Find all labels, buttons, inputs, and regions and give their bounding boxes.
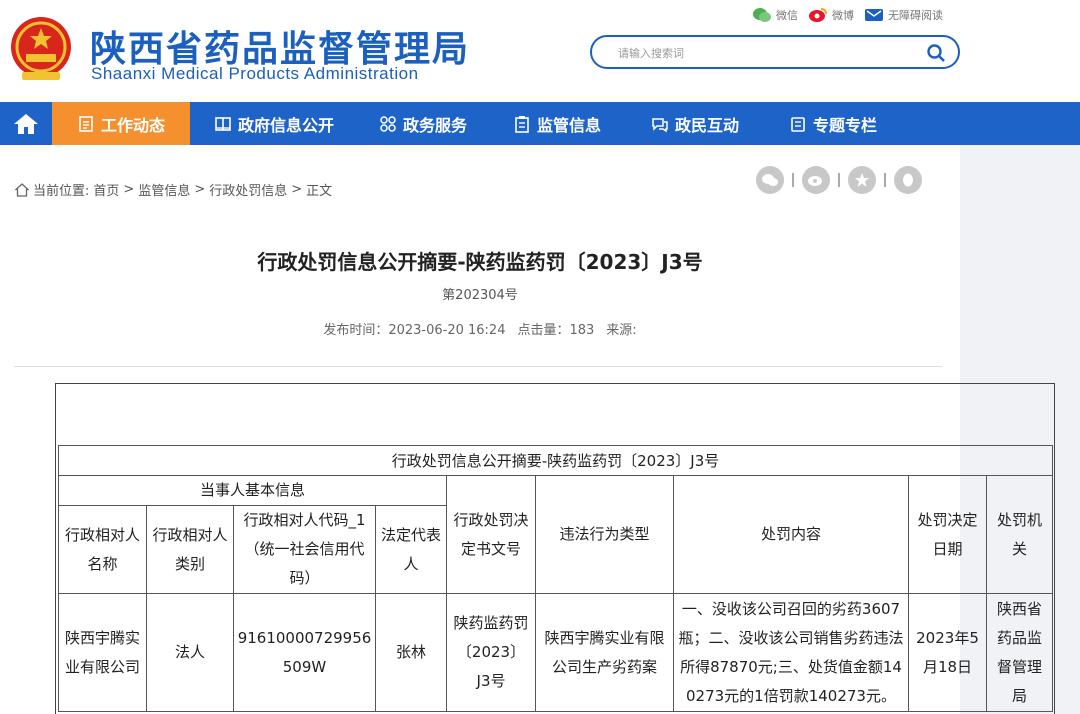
home-icon <box>14 113 38 134</box>
share-bar <box>756 166 922 194</box>
source-label: 来源: <box>606 323 637 338</box>
table-cell: 91610000729956509W <box>233 593 376 712</box>
top-links: 微信 微博 无障碍阅读 <box>752 7 949 23</box>
table-cell: 张林 <box>375 593 447 712</box>
share-weibo-button[interactable] <box>802 166 830 194</box>
article-divider <box>14 366 942 367</box>
click-count: 点击量：183 <box>517 323 595 338</box>
site-subtitle: Shaanxi Medical Products Administration <box>91 64 419 83</box>
breadcrumb-penalty-info[interactable]: 行政处罚信息 <box>209 180 287 199</box>
weibo-icon[interactable] <box>808 7 828 23</box>
table-row: 陕西宇腾实业有限公司 法人 91610000729956509W 张林 陕药监药… <box>58 593 1054 712</box>
wechat-link[interactable]: 微信 <box>776 7 798 23</box>
table-cell: 陕西省药品监督管理局 <box>985 593 1054 712</box>
grid-icon <box>380 115 396 132</box>
home-button[interactable] <box>0 102 52 145</box>
table-cell: 2023年5月18日 <box>908 593 987 712</box>
table-header: 法定代表人 <box>375 505 447 594</box>
breadcrumb-prefix: 当前位置: <box>33 184 90 199</box>
national-emblem-icon <box>11 17 71 80</box>
folder-icon <box>791 116 805 132</box>
table-cell: 陕药监药罚〔2023〕J3号 <box>446 593 536 712</box>
wechat-icon <box>762 174 778 186</box>
nav-label: 专题专栏 <box>812 115 877 135</box>
breadcrumb: 当前位置: 首页 > 监管信息 > 行政处罚信息 > 正文 <box>15 180 332 199</box>
table-header: 处罚决定日期 <box>908 475 987 594</box>
nav-item-supervision[interactable]: 监管信息 <box>488 102 626 145</box>
table-header: 违法行为类型 <box>535 475 674 594</box>
table-header: 行政相对人名称 <box>58 505 147 594</box>
share-divider <box>884 173 886 187</box>
nav-item-gov-services[interactable]: 政务服务 <box>358 102 488 145</box>
share-qzone-button[interactable] <box>848 166 876 194</box>
weibo-icon <box>808 176 822 186</box>
table-header: 行政相对人代码_1（统一社会信用代码） <box>233 505 376 594</box>
book-icon <box>215 116 231 131</box>
search-input[interactable] <box>618 44 918 62</box>
breadcrumb-supervision[interactable]: 监管信息 <box>138 180 190 199</box>
clipboard-icon <box>515 115 529 133</box>
table-header: 处罚机关 <box>985 475 1054 594</box>
document-icon <box>79 115 93 132</box>
site-header: 陕西省药品监督管理局 Shaanxi Medical Products Admi… <box>0 0 1080 102</box>
chat-icon <box>652 117 668 132</box>
nav-item-gov-info[interactable]: 政府信息公开 <box>190 102 358 145</box>
table-cell: 陕西宇腾实业有限公司生产劣药案 <box>535 593 674 712</box>
breadcrumb-separator: > <box>123 182 135 197</box>
nav-item-work-news[interactable]: 工作动态 <box>52 102 190 145</box>
accessibility-link[interactable]: 无障碍阅读 <box>888 7 943 23</box>
breadcrumb-separator: > <box>291 182 303 197</box>
nav-item-interaction[interactable]: 政民互动 <box>626 102 764 145</box>
nav-label: 监管信息 <box>536 115 601 135</box>
share-qq-button[interactable] <box>894 166 922 194</box>
nav-label: 政民互动 <box>674 115 739 135</box>
home-outline-icon <box>15 182 29 197</box>
table-header: 行政处罚决定书文号 <box>446 475 536 594</box>
share-wechat-button[interactable] <box>756 166 784 194</box>
share-divider <box>792 173 794 187</box>
table-title: 行政处罚信息公开摘要-陕药监药罚〔2023〕J3号 <box>57 445 1054 476</box>
accessibility-icon[interactable] <box>864 7 884 23</box>
penalty-table: 行政处罚信息公开摘要-陕药监药罚〔2023〕J3号 当事人基本信息 行政处罚决定… <box>57 445 1054 712</box>
article-meta: 发布时间：2023-06-20 16:24 点击量：183 来源: <box>0 319 960 338</box>
publish-time: 发布时间：2023-06-20 16:24 <box>323 323 506 338</box>
table-header: 行政相对人类别 <box>146 505 234 594</box>
nav-label: 政务服务 <box>402 115 467 135</box>
article-title: 行政处罚信息公开摘要-陕药监药罚〔2023〕J3号 <box>257 250 703 274</box>
table-cell: 陕西宇腾实业有限公司 <box>58 593 147 712</box>
qq-icon <box>903 173 913 187</box>
breadcrumb-home[interactable]: 首页 <box>93 180 119 199</box>
article-number: 第202304号 <box>442 288 518 303</box>
share-divider <box>838 173 840 187</box>
wechat-icon[interactable] <box>752 7 772 23</box>
nav-label: 工作动态 <box>100 115 165 135</box>
group-header: 当事人基本信息 <box>58 475 447 506</box>
weibo-link[interactable]: 微博 <box>832 7 854 23</box>
breadcrumb-current: 正文 <box>306 184 333 199</box>
main-nav: 工作动态 政府信息公开 政务服务 监管信息 政民互动 专题专栏 <box>0 102 1080 145</box>
breadcrumb-separator: > <box>194 182 206 197</box>
nav-label: 政府信息公开 <box>237 115 334 135</box>
table-cell: 一、没收该公司召回的劣药3607瓶；二、没收该公司销售劣药违法所得87870元;… <box>673 593 909 712</box>
star-icon <box>855 173 869 187</box>
table-header: 处罚内容 <box>673 475 909 594</box>
table-cell: 法人 <box>146 593 234 712</box>
nav-item-special[interactable]: 专题专栏 <box>764 102 902 145</box>
search-box <box>590 35 960 69</box>
search-icon[interactable] <box>926 43 946 63</box>
